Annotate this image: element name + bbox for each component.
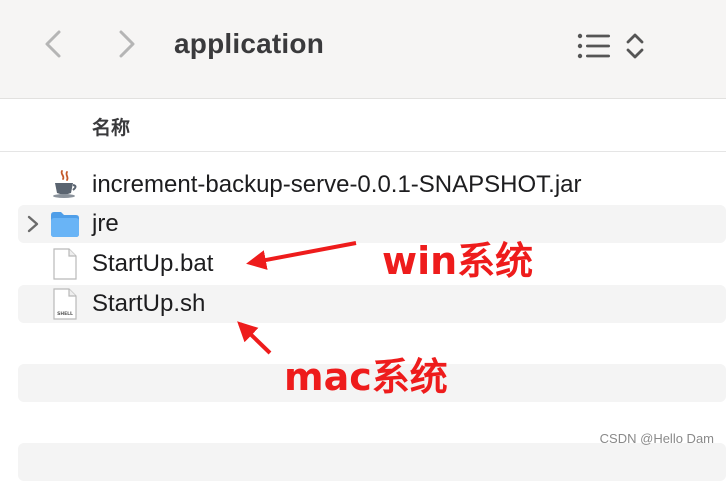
disclosure-triangle-icon[interactable] — [26, 215, 40, 233]
file-row-bat[interactable]: StartUp.bat — [18, 245, 726, 283]
arrow-to-sh — [237, 321, 272, 355]
sort-chevrons-icon[interactable] — [624, 30, 646, 62]
column-header: 名称 — [0, 99, 726, 152]
window-title: application — [174, 28, 324, 59]
java-cup-icon — [53, 170, 77, 198]
chevron-right-icon — [119, 30, 135, 58]
chevron-left-icon — [45, 30, 61, 58]
annotation-win: win系统 — [382, 239, 534, 283]
file-name: StartUp.sh — [92, 290, 206, 317]
folder-icon — [51, 212, 79, 237]
file-name: jre — [92, 210, 119, 237]
list-view-icon[interactable] — [576, 31, 612, 61]
file-row-sh[interactable]: SHELL StartUp.sh — [18, 285, 726, 323]
annotation-mac: mac系统 — [284, 355, 448, 399]
finder-toolbar: application — [0, 0, 726, 99]
document-icon — [53, 248, 77, 280]
column-header-name[interactable]: 名称 — [92, 113, 130, 140]
file-name: increment-backup-serve-0.0.1-SNAPSHOT.ja… — [92, 171, 582, 198]
file-row-jre[interactable]: jre — [18, 205, 726, 243]
file-name: StartUp.bat — [92, 250, 214, 277]
file-row-jar[interactable]: increment-backup-serve-0.0.1-SNAPSHOT.ja… — [18, 166, 726, 204]
shell-script-icon: SHELL — [53, 288, 77, 320]
shell-icon-label: SHELL — [57, 311, 73, 317]
back-button[interactable] — [36, 26, 72, 62]
forward-button[interactable] — [108, 26, 144, 62]
empty-row — [18, 443, 726, 481]
watermark: CSDN @Hello Dam — [599, 431, 714, 446]
